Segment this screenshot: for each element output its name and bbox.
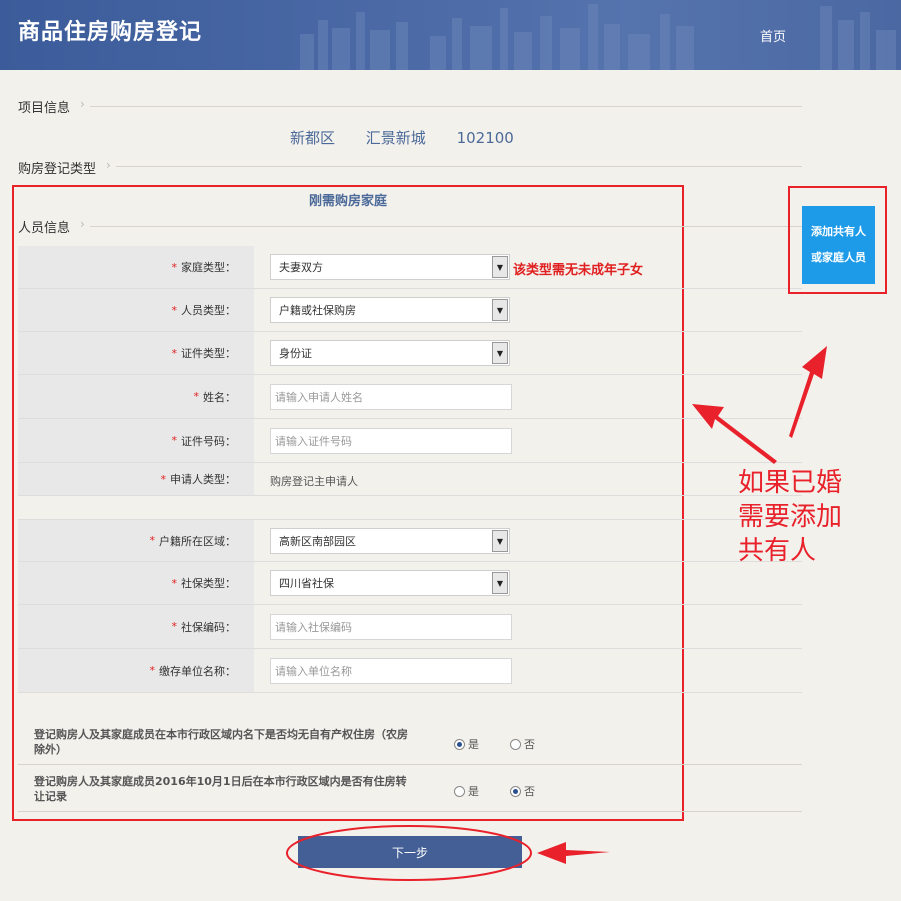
name-input[interactable]: 请输入申请人姓名 <box>270 384 512 410</box>
row-employer: * 缴存单位名称： 请输入单位名称 <box>18 649 802 693</box>
name-label: * 姓名： <box>18 375 254 418</box>
hukou-region-select[interactable]: 高新区南部园区 ▼ <box>270 528 510 554</box>
question-1-text: 登记购房人及其家庭成员在本市行政区域内名下是否均无自有产权住房（农房除外） <box>34 728 408 756</box>
page-header: 商品住房购房登记 首页 <box>0 0 901 70</box>
hukou-region-label: * 户籍所在区域： <box>18 520 254 561</box>
person-type-select[interactable]: 户籍或社保购房 ▼ <box>270 297 510 323</box>
arrow-to-next-button-icon <box>537 842 610 864</box>
section-title-person: 人员信息 <box>18 221 71 236</box>
question-divider <box>18 811 802 812</box>
chevron-right-icon: › <box>80 217 85 231</box>
question-1-yes-radio[interactable]: 是 <box>454 736 479 752</box>
section-divider <box>90 106 802 107</box>
row-name: * 姓名： 请输入申请人姓名 <box>18 375 802 419</box>
row-applicant-type: * 申请人类型： 购房登记主申请人 <box>18 463 802 496</box>
family-type-label: * 家庭类型： <box>18 246 254 288</box>
social-type-label: * 社保类型： <box>18 562 254 604</box>
chevron-right-icon: › <box>80 97 85 111</box>
question-divider <box>18 764 802 765</box>
project-code: 102100 <box>456 129 514 147</box>
dropdown-arrow-icon: ▼ <box>492 530 508 552</box>
row-id-number: * 证件号码： 请输入证件号码 <box>18 419 802 463</box>
employer-input[interactable]: 请输入单位名称 <box>270 658 512 684</box>
question-2-no-radio[interactable]: 否 <box>510 783 535 799</box>
id-number-label: * 证件号码： <box>18 419 254 462</box>
row-hukou-region: * 户籍所在区域： 高新区南部园区 ▼ <box>18 519 802 562</box>
add-co-owner-button[interactable]: 添加共有人 或家庭人员 <box>802 206 875 284</box>
id-type-select[interactable]: 身份证 ▼ <box>270 340 510 366</box>
section-title-project: 项目信息 <box>18 101 71 116</box>
question-1-no-radio[interactable]: 否 <box>510 736 535 752</box>
row-social-type: * 社保类型： 四川省社保 ▼ <box>18 562 802 605</box>
social-code-input[interactable]: 请输入社保编码 <box>270 614 512 640</box>
page-title: 商品住房购房登记 <box>18 20 203 45</box>
person-type-label: * 人员类型： <box>18 289 254 331</box>
dropdown-arrow-icon: ▼ <box>492 299 508 321</box>
row-social-code: * 社保编码： 请输入社保编码 <box>18 605 802 649</box>
social-type-select[interactable]: 四川省社保 ▼ <box>270 570 510 596</box>
radio-checked-icon <box>454 738 465 750</box>
dropdown-arrow-icon: ▼ <box>492 256 508 278</box>
row-family-type: * 家庭类型： 夫妻双方 ▼ <box>18 246 802 289</box>
question-2-yes-radio[interactable]: 是 <box>454 783 479 799</box>
nav-home-link[interactable]: 首页 <box>760 26 786 45</box>
radio-unchecked-icon <box>454 785 465 797</box>
row-person-type: * 人员类型： 户籍或社保购房 ▼ <box>18 289 802 332</box>
family-type-hint: 该类型需无未成年子女 <box>513 263 644 278</box>
social-code-label: * 社保编码： <box>18 605 254 648</box>
project-info: 新都区 汇景新城 102100 <box>290 127 540 148</box>
id-number-input[interactable]: 请输入证件号码 <box>270 428 512 454</box>
row-id-type: * 证件类型： 身份证 ▼ <box>18 332 802 375</box>
id-type-label: * 证件类型： <box>18 332 254 374</box>
question-2-text: 登记购房人及其家庭成员2016年10月1日后在本市行政区域内是否有住房转让记录 <box>34 775 407 803</box>
annotation-text: 如果已婚 需要添加 共有人 <box>738 468 843 566</box>
next-step-button[interactable]: 下一步 <box>298 836 522 868</box>
dropdown-arrow-icon: ▼ <box>492 572 508 594</box>
family-type-select[interactable]: 夫妻双方 ▼ <box>270 254 510 280</box>
family-type-title: 刚需购房家庭 <box>308 194 387 209</box>
radio-unchecked-icon <box>510 738 521 750</box>
chevron-right-icon: › <box>106 158 111 172</box>
section-title-register-type: 购房登记类型 <box>18 162 97 177</box>
radio-checked-icon <box>510 785 521 797</box>
dropdown-arrow-icon: ▼ <box>492 342 508 364</box>
applicant-type-label: * 申请人类型： <box>18 463 254 495</box>
employer-label: * 缴存单位名称： <box>18 649 254 692</box>
section-divider <box>116 166 802 167</box>
project-district: 新都区 <box>290 129 336 147</box>
section-divider <box>90 226 802 227</box>
applicant-type-value: 购房登记主申请人 <box>270 475 358 488</box>
project-name: 汇景新城 <box>365 129 426 147</box>
